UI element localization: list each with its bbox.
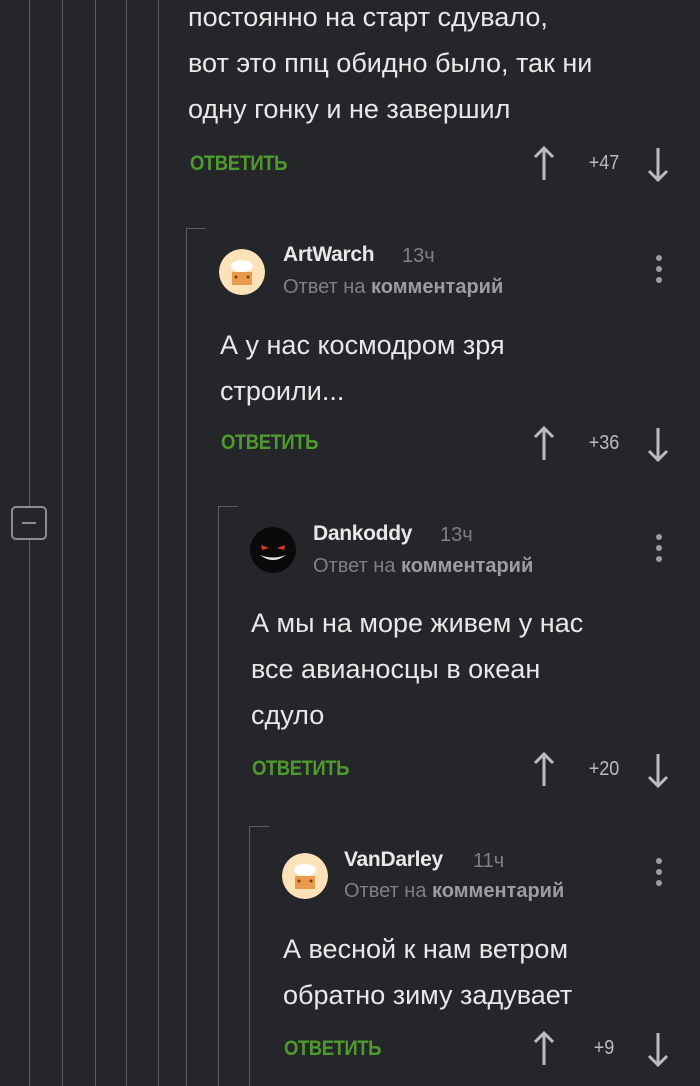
comment-text: постоянно на старт сдувало, вот это ппц … — [188, 2, 593, 124]
avatar[interactable] — [219, 249, 265, 295]
thread-line — [62, 0, 63, 1086]
author-name[interactable]: ArtWarch — [283, 243, 375, 267]
comment-time: 11ч — [473, 850, 505, 872]
more-options-icon[interactable] — [655, 534, 663, 568]
thread-line — [95, 0, 96, 1086]
reply-target-link[interactable]: комментарий — [401, 555, 533, 577]
thread-line — [29, 0, 30, 580]
thread-line — [249, 826, 250, 1086]
author-name[interactable]: VanDarley — [344, 848, 443, 872]
comment-score: +9 — [593, 1037, 615, 1059]
thread-line — [186, 228, 187, 1086]
upvote-icon[interactable] — [532, 144, 556, 184]
reply-target-link[interactable]: комментарий — [371, 276, 503, 298]
vote-controls: +20 — [530, 750, 680, 790]
thread-connector — [186, 228, 206, 229]
vote-controls: +9 — [530, 1029, 680, 1069]
reply-prefix: Ответ на — [313, 555, 396, 577]
comment-score: +47 — [588, 152, 620, 174]
avatar[interactable] — [282, 853, 328, 899]
upvote-icon[interactable] — [532, 424, 556, 464]
minus-icon — [22, 522, 36, 524]
reply-button[interactable]: ОТВЕТИТЬ — [190, 152, 287, 176]
thread-connector — [249, 826, 269, 827]
downvote-icon[interactable] — [646, 424, 670, 464]
avatar[interactable] — [250, 527, 296, 573]
upvote-icon[interactable] — [532, 750, 556, 790]
reply-target-link[interactable]: комментарий — [432, 880, 564, 902]
thread-line — [218, 506, 219, 1086]
comment-text: А мы на море живем у нас все авианосцы в… — [251, 608, 584, 730]
comment-text: А у нас космодром зря строили... — [220, 330, 505, 406]
reply-button[interactable]: ОТВЕТИТЬ — [221, 431, 318, 455]
comment-time: 13ч — [402, 245, 435, 267]
comment-score: +20 — [588, 758, 620, 780]
reply-button[interactable]: ОТВЕТИТЬ — [284, 1037, 381, 1061]
downvote-icon[interactable] — [646, 144, 670, 184]
upvote-icon[interactable] — [532, 1029, 556, 1069]
reply-prefix: Ответ на — [344, 880, 427, 902]
reply-to-line: Ответ на комментарий — [313, 555, 533, 578]
vote-controls: +47 — [530, 144, 680, 184]
collapse-thread-button[interactable] — [11, 506, 47, 540]
comment-text: А весной к нам ветром обратно зиму задув… — [283, 934, 573, 1010]
thread-line — [29, 540, 30, 1086]
downvote-icon[interactable] — [646, 750, 670, 790]
vote-controls: +36 — [530, 424, 680, 464]
author-name[interactable]: Dankoddy — [313, 522, 412, 546]
reply-prefix: Ответ на — [283, 276, 366, 298]
thread-connector — [218, 506, 238, 507]
reply-to-line: Ответ на комментарий — [344, 880, 564, 903]
downvote-icon[interactable] — [646, 1029, 670, 1069]
comment-time: 13ч — [440, 524, 473, 546]
more-options-icon[interactable] — [655, 255, 663, 289]
comment-score: +36 — [588, 432, 620, 454]
thread-line — [158, 0, 159, 1086]
reply-to-line: Ответ на комментарий — [283, 276, 503, 299]
thread-line — [126, 0, 127, 1086]
reply-button[interactable]: ОТВЕТИТЬ — [252, 757, 349, 781]
more-options-icon[interactable] — [655, 858, 663, 892]
